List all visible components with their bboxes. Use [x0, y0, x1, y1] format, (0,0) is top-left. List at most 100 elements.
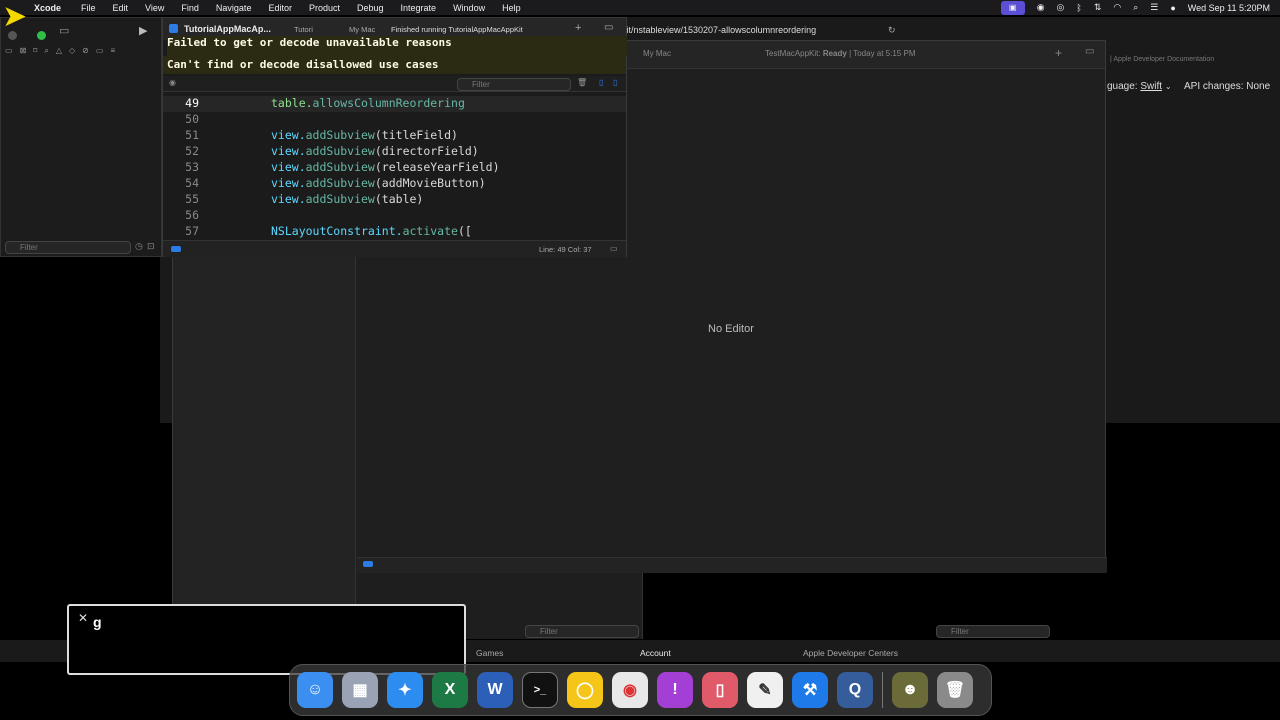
dock-excel-icon[interactable]: X: [432, 672, 468, 708]
sidebar-icon[interactable]: ▭: [59, 24, 69, 37]
variables-filter[interactable]: Filter: [525, 625, 639, 638]
console-filter-field[interactable]: Filter: [457, 78, 571, 91]
line-number: 56: [185, 208, 199, 222]
code-receiver: view.: [271, 192, 306, 206]
record-icon[interactable]: ◉: [1037, 2, 1045, 13]
code-args: (releaseYearField): [374, 160, 500, 174]
split-right-icon[interactable]: ▯: [613, 78, 617, 87]
siri-icon[interactable]: ●: [1170, 3, 1175, 13]
close-icon[interactable]: ✕: [78, 611, 88, 625]
reload-icon[interactable]: ↻: [888, 25, 896, 36]
dock-divider: [882, 672, 883, 708]
menu-help[interactable]: Help: [502, 3, 521, 13]
status-state: Ready: [822, 49, 847, 58]
bluetooth-icon[interactable]: ᛒ: [1076, 3, 1081, 13]
recent-files-icon[interactable]: ◷: [135, 241, 143, 252]
source-control-icon[interactable]: ⊠: [20, 46, 34, 55]
code-text: view.addSubview(titleField): [271, 128, 458, 142]
console-error-1: Failed to get or decode unavailable reas…: [167, 36, 627, 56]
inspector-toggle-icon[interactable]: ▭: [604, 22, 613, 33]
trash-icon[interactable]: 🗑: [577, 78, 587, 87]
menu-view[interactable]: View: [145, 3, 164, 13]
filter-options-icon[interactable]: ⊡: [147, 241, 155, 252]
wifi-icon[interactable]: ◠: [1113, 2, 1121, 13]
navigator-filter[interactable]: Filter: [5, 241, 131, 254]
control-center-icon[interactable]: ☰: [1150, 2, 1158, 13]
spotlight-query[interactable]: g: [93, 614, 102, 630]
address-bar[interactable]: kit/nstableview/1530207-allowscolumnreor…: [622, 25, 1062, 41]
bookmark-icon[interactable]: ⌑: [33, 46, 44, 55]
footer-link-account[interactable]: Account: [640, 648, 671, 658]
screen-share-icon[interactable]: ▣: [1000, 0, 1025, 15]
code-line: 55 view.addSubview(table): [163, 192, 626, 208]
menu-app-xcode[interactable]: Xcode: [34, 3, 61, 13]
airdrop-icon[interactable]: ◎: [1057, 2, 1065, 13]
find-icon[interactable]: ⌕: [44, 46, 55, 55]
debug-area-toggle-icon[interactable]: [171, 246, 181, 252]
language-value[interactable]: Swift: [1140, 81, 1162, 92]
menu-find[interactable]: Find: [181, 3, 199, 13]
dock-chrome-icon[interactable]: ◉: [612, 672, 648, 708]
status-area: ▣ ◉ ◎ ᛒ ⇅ ◠ ⌕ ☰ ● Wed Sep 11 5:20PM: [1000, 0, 1270, 15]
test-icon[interactable]: ◇: [69, 46, 82, 55]
dock-quicktime-icon[interactable]: Q: [837, 672, 873, 708]
debug-icon[interactable]: ⊘: [82, 46, 96, 55]
code-args: (titleField): [374, 128, 458, 142]
sidebar-toggle-icon[interactable]: ▭: [1085, 46, 1094, 57]
code-member: addSubview: [305, 128, 375, 142]
dock-photo-icon[interactable]: ☻: [892, 672, 928, 708]
dock-finder-icon[interactable]: ☺: [297, 672, 333, 708]
menu-edit[interactable]: Edit: [113, 3, 129, 13]
scheme-selector[interactable]: Tutori: [294, 25, 313, 34]
dock-safari-icon[interactable]: ✦: [387, 672, 423, 708]
add-tab-icon[interactable]: +: [575, 22, 581, 34]
run-button[interactable]: ▶: [139, 24, 147, 37]
folder-icon[interactable]: ▭: [5, 46, 20, 55]
dock-textedit-icon[interactable]: ✎: [747, 672, 783, 708]
status-target: TestMacAppKit:: [765, 49, 821, 58]
debug-area-icon[interactable]: [363, 561, 373, 567]
code-receiver: view.: [271, 144, 306, 158]
destination-label[interactable]: My Mac: [643, 49, 671, 58]
xcode-editor-window: TutorialAppMacAp... Tutori My Mac Finish…: [162, 17, 627, 257]
project-tab[interactable]: TutorialAppMacAp...: [184, 24, 271, 34]
minimap-icon[interactable]: ▭: [610, 244, 618, 253]
eye-icon[interactable]: ◉: [169, 78, 176, 87]
menu-file[interactable]: File: [81, 3, 96, 13]
console-filter[interactable]: Filter: [936, 625, 1050, 638]
clock[interactable]: Wed Sep 11 5:20PM: [1188, 3, 1270, 13]
menu-bar: Xcode File Edit View Find Navigate Edito…: [0, 0, 1280, 15]
destination-selector[interactable]: My Mac: [349, 25, 375, 34]
dock-word-icon[interactable]: W: [477, 672, 513, 708]
zoom-window-icon[interactable]: [37, 31, 47, 40]
breakpoint-icon[interactable]: ▭: [96, 46, 111, 55]
dock-yellow-app-icon[interactable]: ◯: [567, 672, 603, 708]
language-label: guage:: [1107, 81, 1138, 92]
menu-editor[interactable]: Editor: [268, 3, 292, 13]
editor-status-bar: Line: 49 Col: 37 ▭: [163, 240, 626, 257]
report-icon[interactable]: ≡: [110, 46, 122, 55]
dock-xcode-icon[interactable]: ⚒: [792, 672, 828, 708]
menu-navigate[interactable]: Navigate: [216, 3, 252, 13]
dock-terminal-icon[interactable]: >_: [522, 672, 558, 708]
search-icon[interactable]: ⌕: [1133, 2, 1138, 13]
dock-trash-icon[interactable]: 🗑: [937, 672, 973, 708]
code-area[interactable]: 49 table.allowsColumnReordering 50 51 vi…: [163, 96, 626, 240]
menu-debug[interactable]: Debug: [357, 3, 384, 13]
xcode-navigator: ▭ ▶ ▭⊠⌑⌕△◇⊘▭≡ Filter ◷ ⊡: [0, 17, 162, 257]
split-left-icon[interactable]: ▯: [599, 78, 603, 87]
stats-icon[interactable]: ⇅: [1094, 2, 1102, 13]
footer-link-games[interactable]: Games: [476, 648, 503, 658]
language-selector[interactable]: guage: Swift ⌄: [1107, 81, 1172, 92]
dock-simulator-icon[interactable]: ▯: [702, 672, 738, 708]
menu-integrate[interactable]: Integrate: [401, 3, 437, 13]
footer-link-developer-centers[interactable]: Apple Developer Centers: [803, 648, 898, 658]
add-icon[interactable]: +: [1055, 46, 1062, 60]
menu-window[interactable]: Window: [453, 3, 485, 13]
dock-feedback-icon[interactable]: !: [657, 672, 693, 708]
code-args: (directorField): [374, 144, 479, 158]
issue-icon[interactable]: △: [56, 46, 69, 55]
menu-product[interactable]: Product: [309, 3, 340, 13]
dock-launchpad-icon[interactable]: ▦: [342, 672, 378, 708]
api-changes[interactable]: API changes: None: [1184, 81, 1270, 92]
